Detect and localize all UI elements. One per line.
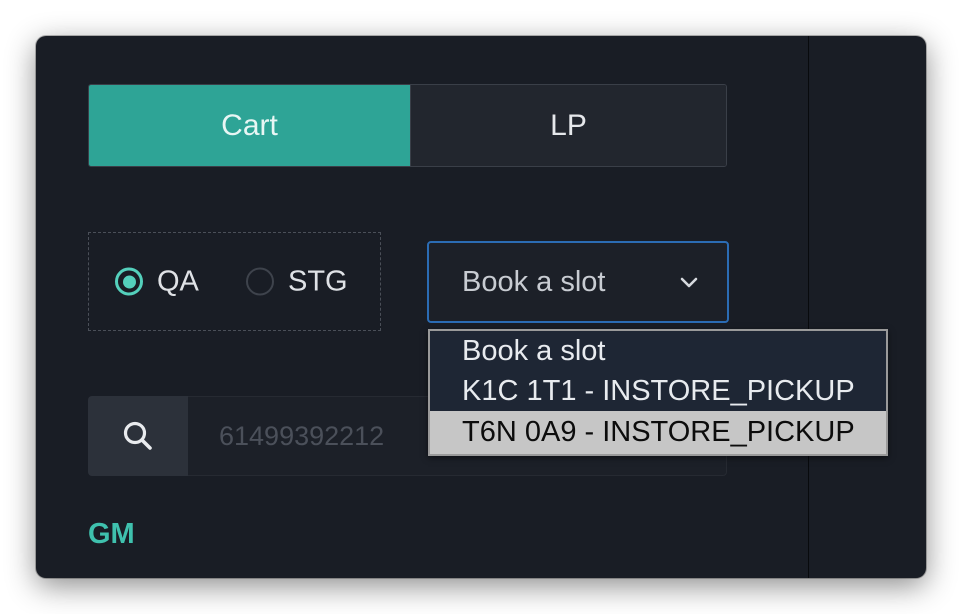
radio-label-stg: STG [288, 265, 348, 297]
radio-qa[interactable]: QA [115, 265, 199, 298]
dropdown-option[interactable]: K1C 1T1 - INSTORE_PICKUP [430, 371, 886, 411]
dropdown-option[interactable]: Book a slot [430, 331, 886, 371]
slot-select[interactable]: Book a slot [427, 241, 729, 323]
radio-stg[interactable]: STG [246, 265, 348, 298]
tab-lp[interactable]: LP [410, 85, 726, 166]
radio-unselected-icon[interactable] [246, 267, 274, 296]
search-icon [123, 421, 152, 450]
slot-dropdown-list: Book a slot K1C 1T1 - INSTORE_PICKUP T6N… [428, 329, 888, 456]
section-label-gm: GM [88, 518, 135, 550]
slot-select-value: Book a slot [462, 265, 606, 298]
dropdown-option-highlighted[interactable]: T6N 0A9 - INSTORE_PICKUP [430, 411, 886, 454]
tab-switcher: Cart LP [88, 84, 727, 167]
radio-label-qa: QA [157, 265, 199, 297]
radio-selected-icon[interactable] [115, 267, 143, 296]
search-button[interactable] [88, 396, 188, 476]
chevron-down-icon [680, 277, 698, 288]
environment-radio-group: QA STG [88, 232, 381, 331]
tab-cart[interactable]: Cart [89, 85, 410, 166]
panel-divider [808, 36, 809, 578]
app-window: Cart LP QA STG Book a slot GM Book a slo… [36, 36, 926, 578]
